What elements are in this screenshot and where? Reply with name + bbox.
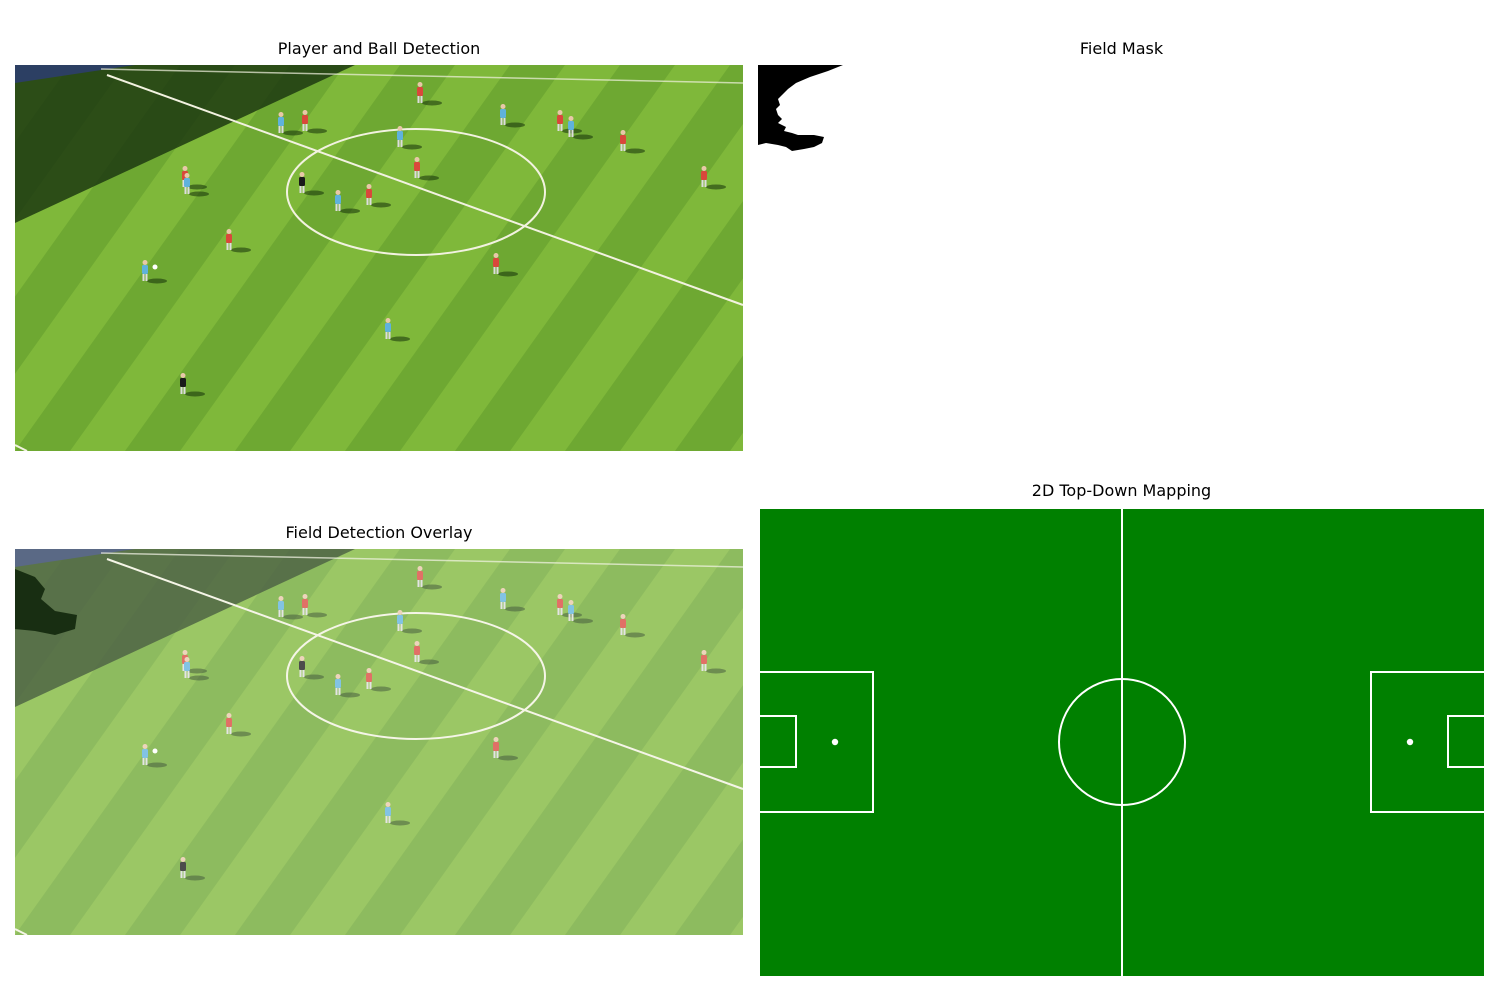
- topdown-pitch: [758, 507, 1486, 978]
- topdown-pitch-drawing: [758, 507, 1486, 978]
- mask-shape: [758, 65, 843, 151]
- right-penalty-spot: [1406, 738, 1414, 746]
- detection-image: [15, 65, 743, 451]
- field-mask-image: [758, 65, 1485, 451]
- field-overlay-tint: [15, 549, 743, 935]
- ball: [152, 264, 158, 270]
- pitch-camera-view: [15, 65, 743, 451]
- topdown-panel-title: 2D Top-Down Mapping: [1031, 481, 1212, 500]
- left-penalty-spot: [831, 738, 839, 746]
- pitch-overlay-view: [15, 549, 743, 935]
- overlay-panel-title: Field Detection Overlay: [285, 523, 473, 542]
- detection-panel-title: Player and Ball Detection: [277, 39, 481, 58]
- mask-panel-title: Field Mask: [1079, 39, 1164, 58]
- overlay-image: [15, 549, 743, 935]
